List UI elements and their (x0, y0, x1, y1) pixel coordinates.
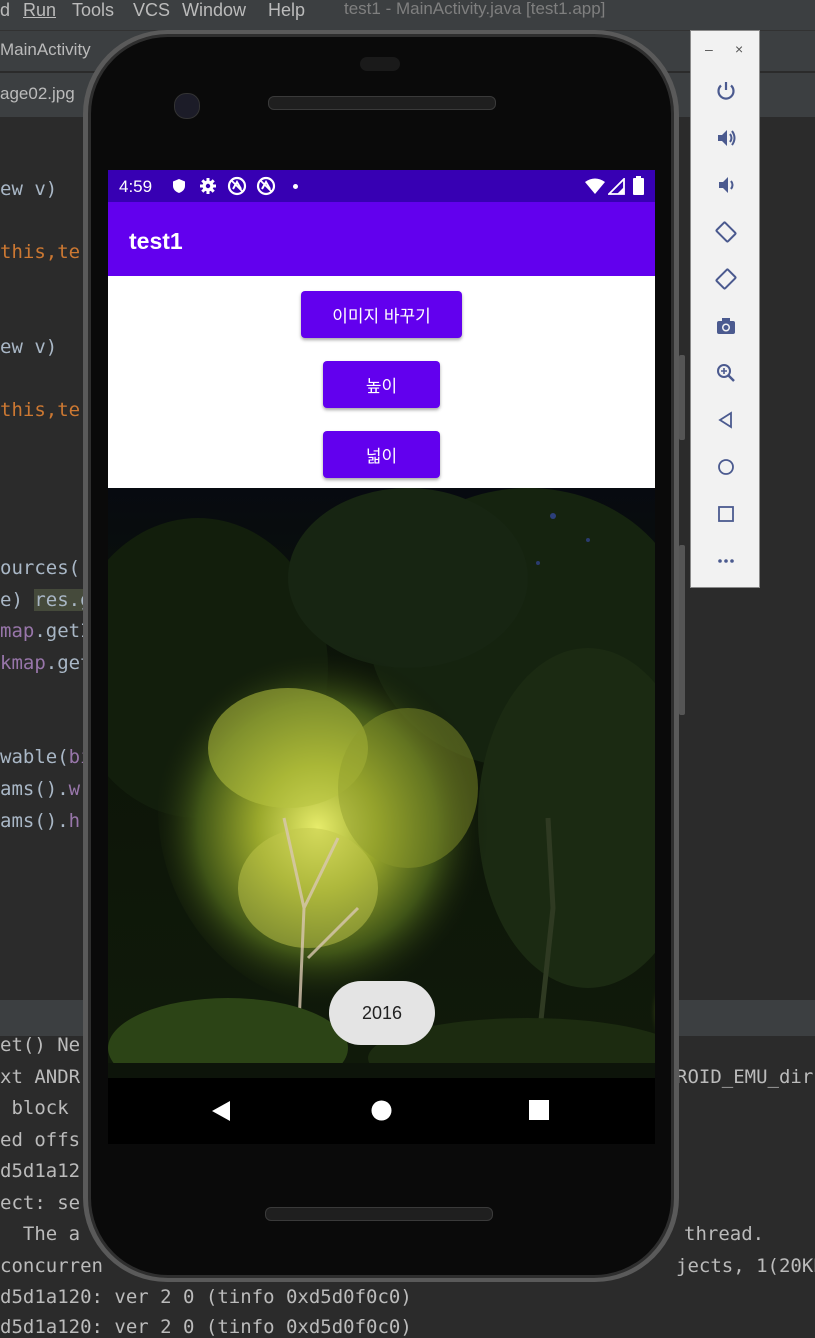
volume-down-icon[interactable] (711, 170, 741, 200)
gear-icon (199, 177, 217, 200)
volume-rocker (679, 355, 685, 440)
code-line: ew v) (0, 336, 58, 358)
window-title: test1 - MainActivity.java [test1.app] (344, 0, 606, 18)
earpiece-speaker (268, 96, 496, 110)
shield-icon (171, 178, 187, 199)
menu-item-build[interactable]: d (0, 0, 10, 20)
code-line: ew v) (0, 178, 58, 200)
back-icon[interactable] (711, 405, 741, 435)
breadcrumb[interactable]: MainActivity (0, 40, 91, 60)
width-button[interactable]: 넓이 (323, 431, 440, 478)
signal-icon (606, 176, 625, 200)
code-line: ams().w (0, 778, 81, 800)
zoom-icon[interactable] (711, 358, 741, 388)
app-title: test1 (129, 228, 183, 254)
log-line: d5d1a120: ver 2 0 (tinfo 0xd5d0f0c0) (0, 1286, 412, 1308)
side-button (679, 545, 685, 715)
front-camera-icon (174, 93, 200, 119)
code-line: kmap.get (0, 652, 92, 674)
height-button[interactable]: 높이 (323, 361, 440, 408)
proximity-sensor (360, 57, 400, 71)
log-line: The a (0, 1223, 81, 1245)
app-bar: test1 (108, 202, 655, 276)
battery-icon (633, 176, 644, 200)
volume-up-icon[interactable] (711, 123, 741, 153)
sync-icon (256, 176, 276, 201)
log-line: ed offs (0, 1129, 81, 1151)
code-line: wable(bi (0, 746, 92, 768)
more-icon[interactable] (711, 546, 741, 576)
code-line: this,te (0, 241, 81, 263)
rotate-right-icon[interactable] (711, 264, 741, 294)
code-line: ources() (0, 557, 92, 579)
home-icon[interactable] (711, 452, 741, 482)
log-line: d5d1a120: ver 2 0 (tinfo 0xd5d0f0c0) (0, 1316, 412, 1338)
log-line: d5d1a12 (0, 1160, 81, 1182)
dot-icon (293, 184, 298, 189)
log-line: xt ANDR (0, 1066, 81, 1088)
overview-icon[interactable] (711, 499, 741, 529)
status-bar: 4:59 (108, 170, 655, 202)
overview-icon[interactable] (529, 1100, 549, 1125)
log-line: ROID_EMU_dir (676, 1066, 814, 1088)
power-icon[interactable] (711, 76, 741, 106)
menu-item-vcs[interactable]: VCS (133, 0, 170, 20)
code-line: this,te (0, 399, 81, 421)
phone-screen: 4:59 test1 이미지 바꾸기 높이 넓이 2016 (108, 170, 655, 1078)
editor-tab[interactable]: age02.jpg (0, 84, 75, 104)
sync-icon (227, 176, 247, 201)
code-line: ams().h (0, 810, 81, 832)
change-image-button[interactable]: 이미지 바꾸기 (301, 291, 462, 338)
home-icon[interactable] (371, 1100, 392, 1126)
rotate-left-icon[interactable] (711, 217, 741, 247)
menu-item-tools[interactable]: Tools (72, 0, 114, 20)
log-line: et() Ne (0, 1034, 81, 1056)
log-line: ect: se (0, 1192, 81, 1214)
toast-message: 2016 (329, 981, 435, 1045)
system-nav-bar (108, 1078, 655, 1144)
ide-menubar: d Run Tools VCS Window Help test1 - Main… (0, 0, 815, 30)
camera-icon[interactable] (711, 311, 741, 341)
bottom-speaker (265, 1207, 493, 1221)
back-icon[interactable] (210, 1099, 232, 1128)
code-line: map.getI (0, 620, 92, 642)
log-line: concurren (0, 1255, 103, 1277)
close-icon[interactable]: × (735, 41, 743, 57)
log-line: block (0, 1097, 69, 1119)
menu-item-run[interactable]: Run (23, 0, 56, 20)
log-line: jects, 1(20KB (676, 1255, 815, 1277)
log-line: thread. (684, 1223, 765, 1245)
wifi-icon (585, 178, 605, 199)
status-time: 4:59 (119, 177, 153, 196)
emulator-controls: – × (690, 30, 760, 588)
code-line: e) res.g (0, 589, 92, 611)
menu-item-window[interactable]: Window (182, 0, 246, 20)
minimize-icon[interactable]: – (705, 41, 713, 57)
menu-item-help[interactable]: Help (268, 0, 305, 20)
